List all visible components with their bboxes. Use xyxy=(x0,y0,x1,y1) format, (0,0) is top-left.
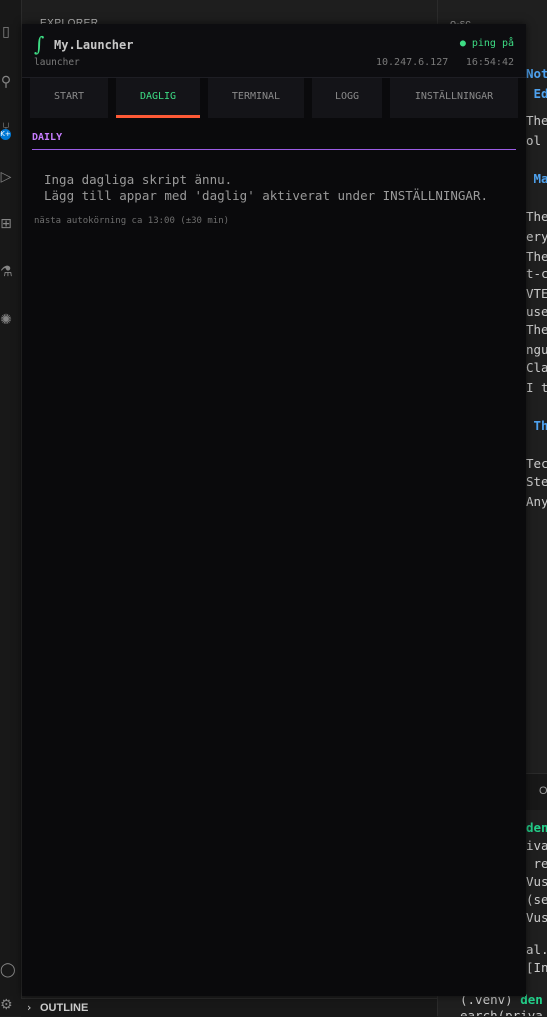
editor-line: ery xyxy=(526,229,547,244)
copilot-icon[interactable]: ✺ xyxy=(0,312,12,328)
section-title: DAILY xyxy=(32,132,63,143)
testing-icon[interactable]: ⚗ xyxy=(0,264,13,280)
app-subtitle: launcher xyxy=(34,57,80,68)
files-icon[interactable]: ▯ xyxy=(0,24,12,40)
editor-line: Cla xyxy=(526,360,547,375)
launcher-window: ∫ My.Launcher launcher ● ping på 10.247.… xyxy=(22,24,526,996)
clock: 16:54:42 xyxy=(465,57,514,68)
terminal-line: den xyxy=(526,820,547,835)
activity-bar: ▯ ⚲ ⑂ K+ ▷ ⊞ ⚗ ✺ ◯ ⚙ xyxy=(0,0,22,1016)
terminal-line: [Int xyxy=(526,960,547,975)
panel-tab-output[interactable]: O xyxy=(539,785,547,797)
editor-line: Any xyxy=(526,494,547,509)
terminal-line: Vus xyxy=(526,910,547,925)
integral-logo-icon: ∫ xyxy=(34,32,45,56)
tab-installningar[interactable]: INSTÄLLNINGAR xyxy=(390,78,518,118)
terminal-line: iva xyxy=(526,838,547,853)
terminal-line: al. xyxy=(526,942,547,957)
empty-message: Inga dagliga skript ännu. xyxy=(44,172,233,187)
tab-start[interactable]: START xyxy=(30,78,108,118)
ping-status: ● ping på xyxy=(459,38,514,49)
editor-line: Tec xyxy=(526,456,547,471)
tab-daglig[interactable]: DAGLIG xyxy=(116,78,200,118)
editor-line: t-c xyxy=(526,266,547,281)
editor-line: I t xyxy=(526,380,547,395)
terminal-line: Vus xyxy=(526,874,547,889)
outline-label[interactable]: OUTLINE xyxy=(40,1002,88,1014)
editor-line: Ma xyxy=(526,171,547,186)
search-icon[interactable]: ⚲ xyxy=(0,74,12,90)
editor-line: ngu xyxy=(526,342,547,357)
run-debug-icon[interactable]: ▷ xyxy=(0,169,12,185)
launcher-header: ∫ My.Launcher launcher ● ping på 10.247.… xyxy=(22,24,526,78)
editor-line: The xyxy=(526,113,547,128)
source-control-badge: K+ xyxy=(0,129,11,140)
editor-line: Th xyxy=(526,418,547,433)
extensions-icon[interactable]: ⊞ xyxy=(0,216,12,232)
editor-line: The xyxy=(526,322,547,337)
terminal-line: re xyxy=(526,856,547,871)
editor-line: ol xyxy=(526,133,547,148)
section-divider xyxy=(32,149,516,150)
accounts-icon[interactable]: ◯ xyxy=(0,962,16,978)
editor-line: The xyxy=(526,249,547,264)
editor-line: Not xyxy=(526,66,547,81)
terminal-line: (se xyxy=(526,892,547,907)
tab-terminal[interactable]: TERMINAL xyxy=(208,78,304,118)
chevron-right-icon[interactable]: › xyxy=(27,1001,31,1014)
editor-line: The xyxy=(526,209,547,224)
next-autorun: nästa autokörning ca 13:00 (±30 min) xyxy=(34,216,230,226)
app-name: My.Launcher xyxy=(54,38,134,52)
editor-line: VTE xyxy=(526,286,547,301)
editor-line: Ed xyxy=(526,86,547,101)
editor-line: Ste xyxy=(526,474,547,489)
ip-address: 10.247.6.127 xyxy=(376,57,449,68)
launcher-tabbar: START DAGLIG TERMINAL LOGG INSTÄLLNINGAR xyxy=(30,78,518,118)
tab-logg[interactable]: LOGG xyxy=(312,78,382,118)
empty-hint: Lägg till appar med 'daglig' aktiverat u… xyxy=(44,188,489,203)
terminal-line: earch(priva xyxy=(460,1008,543,1016)
settings-icon[interactable]: ⚙ xyxy=(0,997,13,1013)
editor-line: use xyxy=(526,304,547,319)
